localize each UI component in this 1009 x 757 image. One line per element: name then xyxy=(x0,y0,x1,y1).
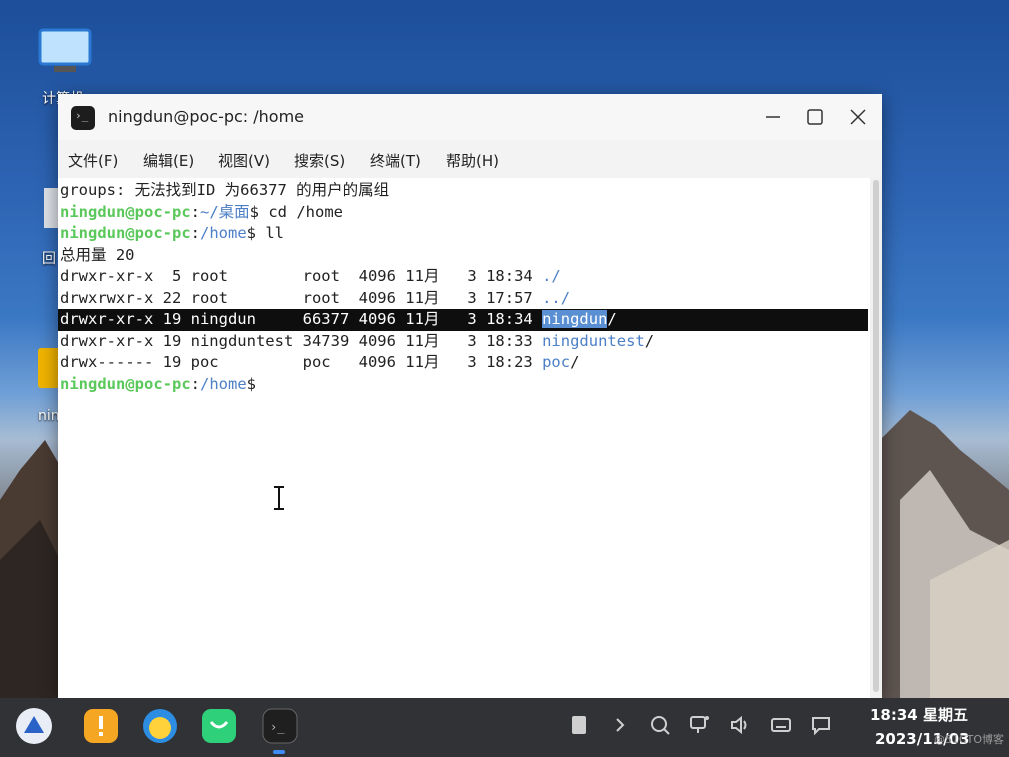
terminal-line: ningdun@poc-pc:/home$ xyxy=(60,374,256,396)
listing-row: drwx------ 19 poc poc 4096 11月 3 18:23 p… xyxy=(60,352,579,374)
chevron-right-icon[interactable] xyxy=(608,713,632,737)
window-title: ningdun@poc-pc: /home xyxy=(108,107,305,126)
prompt-path: /home xyxy=(200,224,247,242)
prompt-separator: : xyxy=(190,202,200,221)
prompt-path: /home xyxy=(200,374,247,393)
menu-search[interactable]: 搜索(S) xyxy=(294,150,345,171)
command: $ cd /home xyxy=(249,202,343,221)
listing-name: ningdun xyxy=(542,310,608,328)
listing-slash: / xyxy=(607,310,617,328)
prompt-separator: : xyxy=(190,374,200,393)
active-app-indicator xyxy=(273,750,285,754)
computer-icon[interactable] xyxy=(34,28,98,76)
close-button[interactable] xyxy=(845,104,871,130)
listing-row: drwxrwxr-x 22 root root 4096 11月 3 17:57… xyxy=(60,288,570,310)
maximize-button[interactable] xyxy=(802,104,828,130)
listing-name: poc xyxy=(542,353,571,371)
watermark: @51CTO博客 xyxy=(934,733,1005,746)
prompt-user: ningdun@poc-pc xyxy=(60,374,191,393)
keyboard-icon[interactable] xyxy=(769,713,793,737)
prompt-path: ~/桌面 xyxy=(200,202,250,221)
notes-icon[interactable] xyxy=(82,707,120,745)
text-cursor-icon xyxy=(274,486,284,510)
listing-name: ../ xyxy=(542,288,571,307)
terminal-line: groups: 无法找到ID 为66377 的用户的属组 xyxy=(60,181,390,199)
clipboard-icon[interactable] xyxy=(567,713,591,737)
listing-slash: / xyxy=(644,331,655,350)
taskbar: ›_ 18:34 星期五 2023/11/03 @51CTO博客 xyxy=(0,698,1009,757)
scrollbar-thumb[interactable] xyxy=(873,180,879,692)
menu-help[interactable]: 帮助(H) xyxy=(446,150,499,171)
menu-file[interactable]: 文件(F) xyxy=(68,150,118,171)
menu-terminal[interactable]: 终端(T) xyxy=(370,150,421,171)
command: $ ll xyxy=(246,224,284,242)
listing-meta: drwx------ 19 poc poc 4096 11月 3 18:23 xyxy=(60,353,543,371)
listing-name: ./ xyxy=(542,267,561,285)
trash-label: 回 xyxy=(42,251,56,267)
listing-meta: drwxrwxr-x 22 root root 4096 11月 3 17:57 xyxy=(60,288,543,307)
menubar: 文件(F) 编辑(E) 视图(V) 搜索(S) 终端(T) 帮助(H) xyxy=(58,140,882,178)
listing-slash: / xyxy=(570,353,580,371)
listing-meta: drwxr-xr-x 19 ningdun 66377 4096 11月 3 1… xyxy=(60,310,543,328)
terminal-app-icon xyxy=(71,106,95,130)
terminal-line: ningdun@poc-pc:/home$ ll xyxy=(60,223,284,245)
terminal-output[interactable]: groups: 无法找到ID 为66377 的用户的属组 ningdun@poc… xyxy=(58,178,870,698)
prompt-user: ningdun@poc-pc xyxy=(60,202,191,221)
terminal-icon[interactable]: ›_ xyxy=(261,707,299,745)
listing-row-selected: drwxr-xr-x 19 ningdun 66377 4096 11月 3 1… xyxy=(60,309,617,331)
search-icon[interactable] xyxy=(648,713,672,737)
listing-name: ningduntest xyxy=(542,331,645,350)
menu-view[interactable]: 视图(V) xyxy=(218,150,270,171)
terminal-window[interactable]: ningdun@poc-pc: /home 文件(F) 编辑(E) 视图(V) … xyxy=(58,94,882,698)
launcher-icon[interactable] xyxy=(15,707,53,745)
volume-icon[interactable] xyxy=(728,713,752,737)
network-icon[interactable] xyxy=(688,713,712,737)
listing-row: drwxr-xr-x 19 ningduntest 34739 4096 11月… xyxy=(60,331,654,353)
svg-text:›_: ›_ xyxy=(270,720,285,734)
listing-meta: drwxr-xr-x 5 root root 4096 11月 3 18:34 xyxy=(60,267,543,285)
clock-time[interactable]: 18:34 星期五 xyxy=(870,704,968,725)
command: $ xyxy=(246,374,257,393)
notification-icon[interactable] xyxy=(809,713,833,737)
listing-meta: drwxr-xr-x 19 ningduntest 34739 4096 11月… xyxy=(60,331,543,350)
window-titlebar[interactable]: ningdun@poc-pc: /home xyxy=(58,94,882,140)
terminal-line: ningdun@poc-pc:~/桌面$ cd /home xyxy=(60,202,343,224)
prompt-separator: : xyxy=(190,224,200,242)
prompt-user: ningdun@poc-pc xyxy=(60,224,191,242)
listing-row: drwxr-xr-x 5 root root 4096 11月 3 18:34 … xyxy=(60,266,561,288)
app-store-icon[interactable] xyxy=(200,707,238,745)
browser-icon[interactable] xyxy=(141,707,179,745)
menu-edit[interactable]: 编辑(E) xyxy=(143,150,194,171)
terminal-line: 总用量 20 xyxy=(60,245,135,264)
folder-label: nin xyxy=(38,408,60,424)
minimize-button[interactable] xyxy=(760,104,786,130)
